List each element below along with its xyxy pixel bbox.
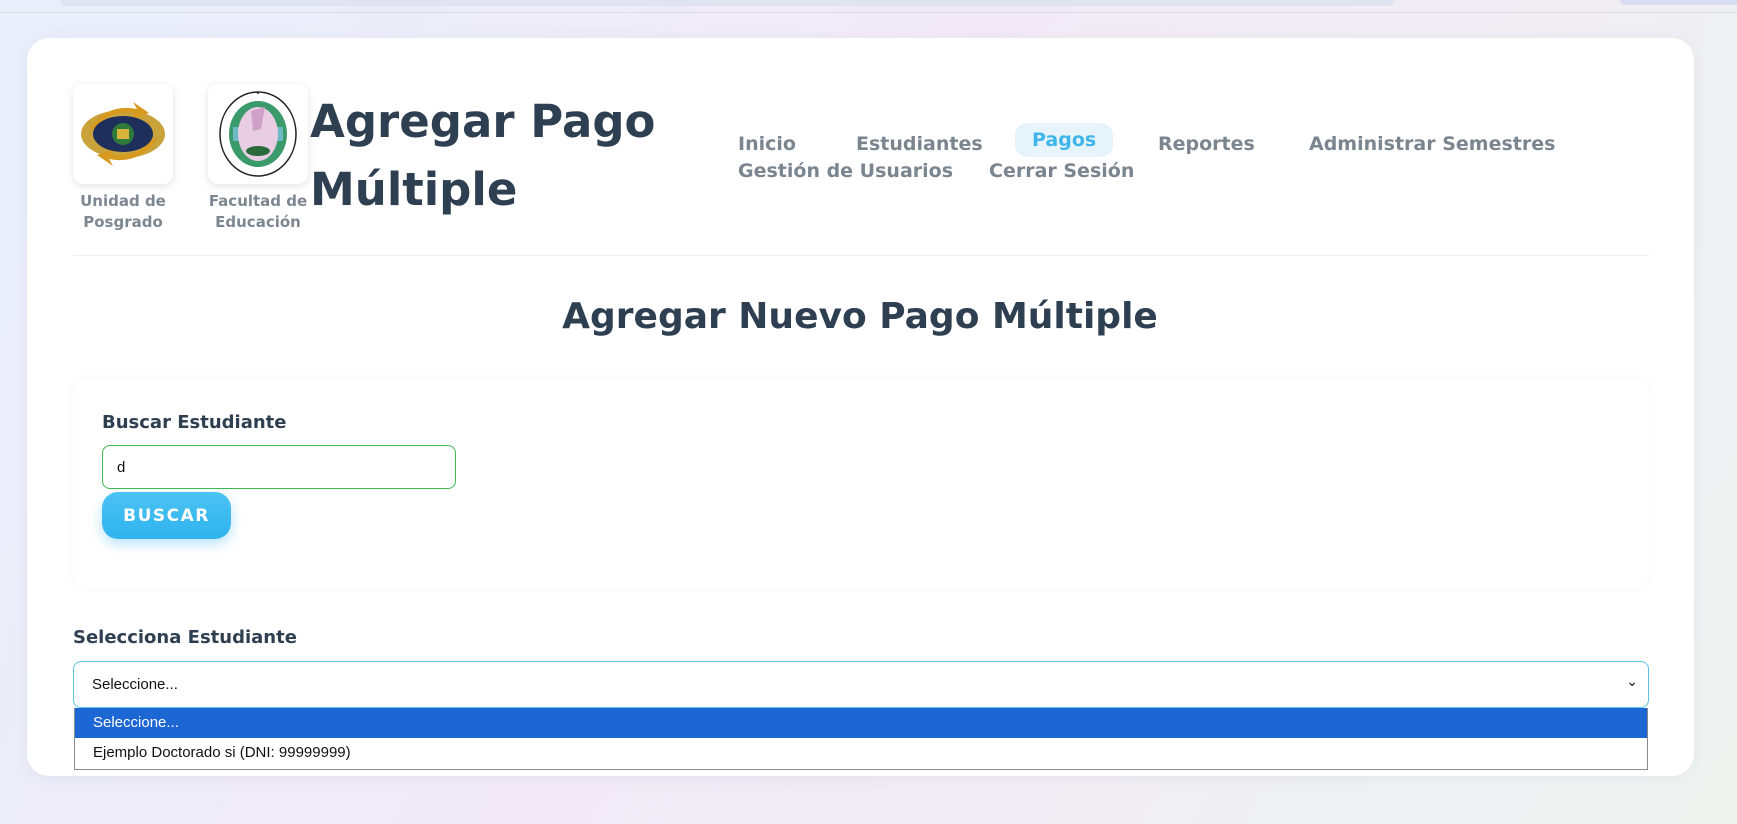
student-select[interactable]: Seleccione... ⌄ (73, 661, 1649, 708)
section-title: Agregar Nuevo Pago Múltiple (562, 296, 1158, 337)
search-button[interactable]: BUSCAR (102, 492, 231, 539)
logo-posgrado[interactable] (73, 84, 173, 184)
nav-cerrar-sesion[interactable]: Cerrar Sesión (989, 160, 1134, 182)
facultad-seal-icon (219, 91, 297, 177)
logo-caption-facultad: Facultad de Educación (208, 192, 308, 231)
top-divider (0, 12, 1737, 13)
select-student-label: Selecciona Estudiante (73, 627, 297, 648)
nav-pagos[interactable]: Pagos (1015, 123, 1114, 157)
search-input[interactable] (102, 445, 456, 489)
nav-administrar-semestres[interactable]: Administrar Semestres (1309, 133, 1555, 155)
search-label: Buscar Estudiante (102, 412, 287, 433)
logo-caption-posgrado: Unidad de Posgrado (80, 192, 166, 231)
browser-top-strip-right (1620, 0, 1737, 5)
header-divider (73, 255, 1649, 256)
nav-reportes[interactable]: Reportes (1158, 133, 1255, 155)
nav-estudiantes[interactable]: Estudiantes (856, 133, 983, 155)
browser-top-strip (60, 0, 1395, 6)
dropdown-option[interactable]: Ejemplo Doctorado si (DNI: 99999999) (75, 738, 1647, 768)
chevron-down-icon: ⌄ (1626, 674, 1638, 690)
nav-gestion-usuarios[interactable]: Gestión de Usuarios (738, 160, 953, 182)
dropdown-option[interactable]: Seleccione... (75, 708, 1647, 738)
page-title: Agregar Pago Múltiple (310, 95, 656, 216)
student-select-dropdown: Seleccione... Ejemplo Doctorado si (DNI:… (74, 708, 1648, 770)
logo-facultad[interactable] (208, 84, 308, 184)
posgrado-seal-icon (81, 102, 165, 166)
student-select-value: Seleccione... (92, 676, 178, 693)
nav-inicio[interactable]: Inicio (738, 133, 796, 155)
